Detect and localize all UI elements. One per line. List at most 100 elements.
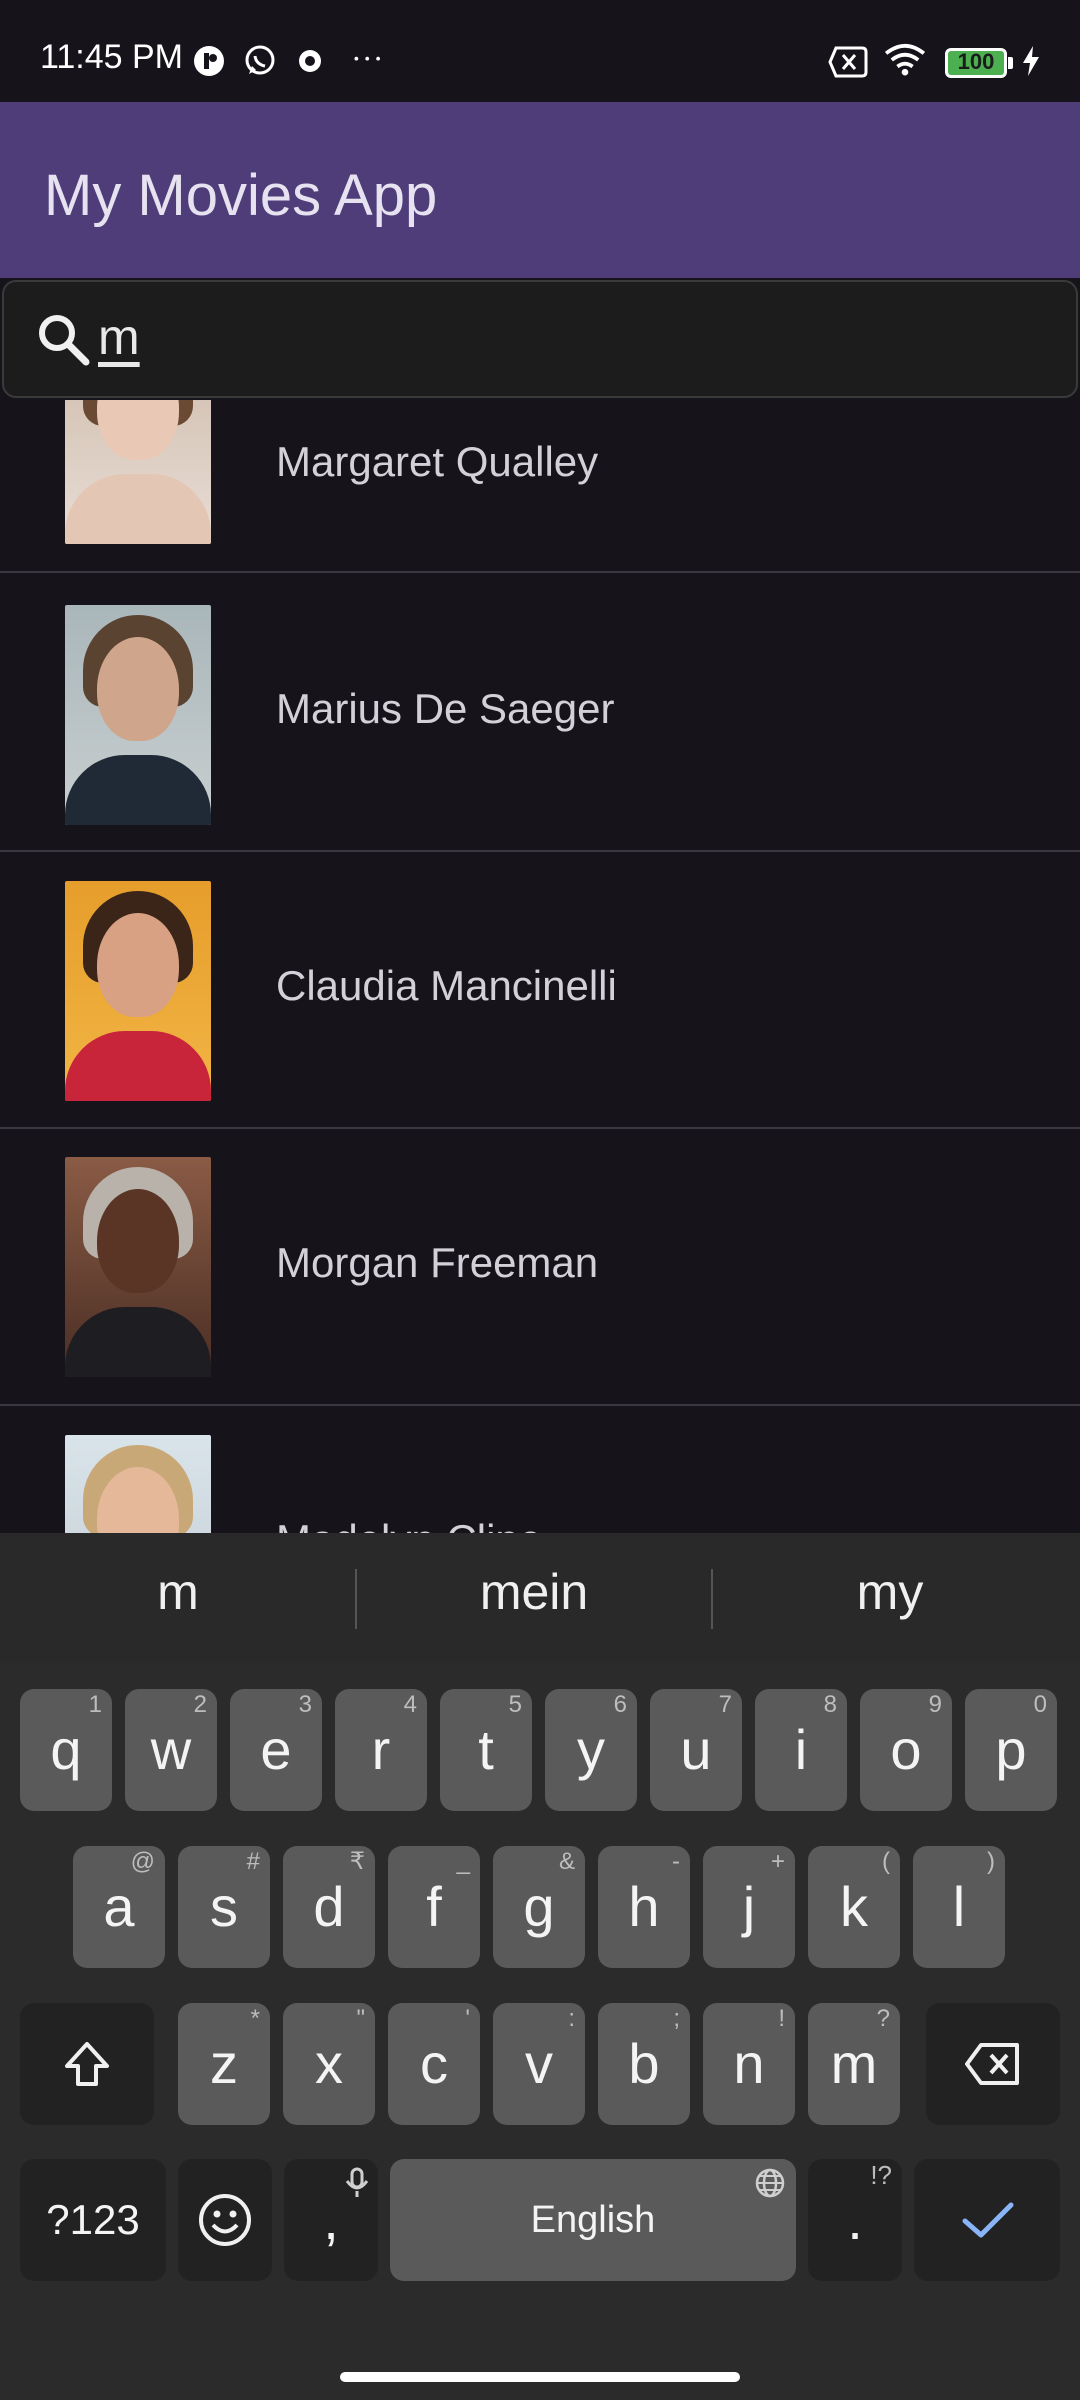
key-label: x [315, 2032, 343, 2095]
key-t[interactable]: t5 [440, 1689, 532, 1811]
space-label: English [530, 2199, 656, 2241]
key-hint: 5 [508, 1691, 522, 1718]
key-hint: ' [465, 2005, 470, 2032]
symbols-key[interactable]: ?123 [20, 2159, 166, 2281]
key-hint: 0 [1033, 1691, 1047, 1718]
key-b[interactable]: b; [598, 2003, 690, 2125]
suggestion-2[interactable]: mein [356, 1563, 712, 1621]
key-label: q [50, 1718, 82, 1781]
key-label: w [150, 1718, 192, 1781]
key-label: t [478, 1718, 494, 1781]
list-item[interactable]: Claudia Mancinelli [0, 852, 1080, 1129]
period-label: . [847, 2188, 863, 2251]
key-s[interactable]: s # [178, 1846, 270, 1968]
space-key[interactable]: English [390, 2159, 796, 2281]
key-label: a [103, 1875, 135, 1938]
period-hint: !? [870, 2160, 892, 2190]
key-hint: - [672, 1848, 680, 1875]
home-indicator[interactable] [340, 2372, 740, 2382]
key-label: v [525, 2032, 553, 2095]
key-label: u [680, 1718, 712, 1781]
emoji-icon [199, 2194, 251, 2246]
key-hint: 3 [298, 1691, 312, 1718]
key-hint: : [568, 2005, 575, 2032]
done-key[interactable] [914, 2159, 1060, 2281]
shift-icon [65, 2042, 109, 2086]
shift-key[interactable] [20, 2003, 154, 2125]
list-item[interactable]: Marius De Saeger [0, 575, 1080, 852]
key-a[interactable]: a @ [73, 1846, 165, 1968]
no-sim-icon [828, 46, 868, 78]
globe-icon [755, 2168, 785, 2198]
key-label: h [628, 1875, 660, 1938]
list-item[interactable]: Morgan Freeman [0, 1129, 1080, 1406]
key-y[interactable]: y6 [545, 1689, 637, 1811]
suggestion-1[interactable]: m [0, 1563, 356, 1621]
person-name: Claudia Mancinelli [276, 962, 617, 1009]
key-p[interactable]: p0 [965, 1689, 1057, 1811]
emoji-key[interactable] [178, 2159, 272, 2281]
people-list[interactable]: Margaret Qualley Marius De Saeger Claudi… [0, 400, 1080, 1533]
page-title: My Movies App [44, 163, 438, 228]
key-hint: & [558, 1848, 575, 1875]
microphone-icon [345, 2167, 369, 2197]
key-j[interactable]: j + [703, 1846, 795, 1968]
key-q[interactable]: q1 [20, 1689, 112, 1811]
key-c[interactable]: c ' [388, 2003, 480, 2125]
battery-icon: 100 [945, 48, 1007, 78]
key-hint: @ [130, 1848, 155, 1875]
list-item[interactable]: Margaret Qualley [0, 400, 1080, 573]
key-hint: 8 [823, 1691, 837, 1718]
key-hint: 6 [613, 1691, 627, 1718]
person-name: Margaret Qualley [276, 438, 599, 485]
list-item[interactable]: Madelyn Cline [0, 1406, 1080, 1533]
key-hint: ; [673, 2005, 680, 2032]
key-m[interactable]: m? [808, 2003, 900, 2125]
person-name: Morgan Freeman [276, 1239, 599, 1286]
whatsapp-icon [245, 45, 275, 75]
key-i[interactable]: i8 [755, 1689, 847, 1811]
key-hint: + [770, 1848, 785, 1875]
period-key[interactable]: . !? [808, 2159, 902, 2281]
key-n[interactable]: n! [703, 2003, 795, 2125]
key-u[interactable]: u7 [650, 1689, 742, 1811]
key-z[interactable]: z * [178, 2003, 270, 2125]
avatar [65, 400, 211, 544]
key-d[interactable]: d ₹ [283, 1846, 375, 1968]
key-k[interactable]: k( [808, 1846, 900, 1968]
key-label: b [628, 2032, 660, 2095]
key-o[interactable]: o9 [860, 1689, 952, 1811]
key-label: m [830, 2032, 878, 2095]
avatar [65, 1157, 211, 1377]
suggestion-3[interactable]: my [712, 1563, 1068, 1621]
more-notifications-icon: ··· [352, 40, 385, 80]
search-input[interactable]: m [2, 280, 1078, 398]
keyboard[interactable]: m mein my ?123 , English . !? q 1 w 2 e … [0, 1533, 1080, 2400]
key-label: o [890, 1718, 922, 1781]
key-label: e [260, 1718, 292, 1781]
key-label: i [794, 1718, 808, 1781]
key-hint: 9 [928, 1691, 942, 1718]
key-g[interactable]: g & [493, 1846, 585, 1968]
charging-icon [1023, 46, 1039, 76]
app-bar: My Movies App [0, 102, 1080, 278]
key-hint: ₹ [349, 1848, 365, 1875]
comma-key[interactable]: , [284, 2159, 378, 2281]
key-hint: " [356, 2005, 365, 2032]
key-h[interactable]: h- [598, 1846, 690, 1968]
key-e[interactable]: e3 [230, 1689, 322, 1811]
key-x[interactable]: x " [283, 2003, 375, 2125]
backspace-icon [965, 2043, 1019, 2085]
key-l[interactable]: l) [913, 1846, 1005, 1968]
key-label: j [742, 1875, 756, 1938]
key-hint: ! [778, 2005, 785, 2032]
avatar [65, 1435, 211, 1533]
backspace-key[interactable] [926, 2003, 1060, 2125]
suggestion-bar: m mein my [0, 1533, 1080, 1663]
key-w[interactable]: w2 [125, 1689, 217, 1811]
key-f[interactable]: f _ [388, 1846, 480, 1968]
key-r[interactable]: r4 [335, 1689, 427, 1811]
avatar [65, 881, 211, 1101]
avatar [65, 605, 211, 825]
key-v[interactable]: v: [493, 2003, 585, 2125]
